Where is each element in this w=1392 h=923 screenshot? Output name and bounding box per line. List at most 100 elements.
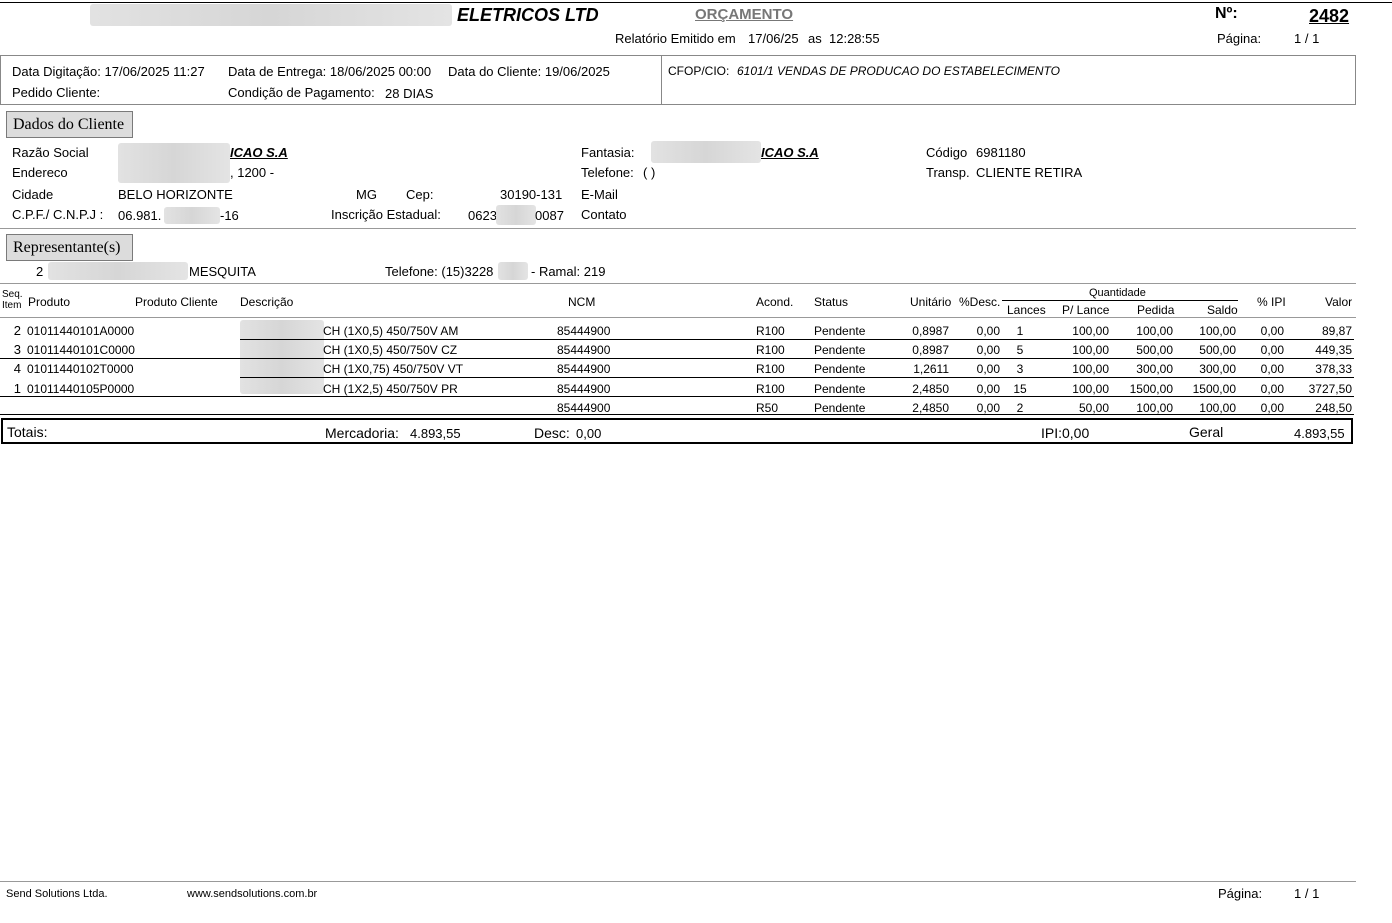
cell-unitario: 2,4850 — [912, 382, 949, 396]
cell-seq: 4 — [13, 361, 21, 376]
cell-desc: 0,00 — [976, 324, 1000, 338]
cell-seq: 1 — [13, 381, 21, 396]
data-digitacao: Data Digitação: 17/06/2025 11:27 — [12, 64, 205, 79]
cell-desc: 0,00 — [976, 343, 1000, 357]
mercadoria-value: 4.893,55 — [410, 426, 461, 441]
cell-produto: 01011440102T0000 — [27, 362, 134, 376]
redacted-company-prefix — [90, 4, 452, 26]
header-saldo: Saldo — [1207, 303, 1238, 317]
header-produto-cliente: Produto Cliente — [135, 295, 218, 309]
footer-page-label: Página: — [1218, 886, 1263, 901]
ie-label: Inscrição Estadual: — [331, 207, 441, 222]
codigo-label: Código — [926, 145, 968, 160]
header-quantidade: Quantidade — [1089, 287, 1146, 299]
representante-name: MESQUITA — [189, 264, 256, 279]
transp-value: CLIENTE RETIRA — [976, 165, 1083, 180]
page-label: Página: — [1217, 31, 1262, 46]
cell-acond: R50 — [756, 401, 779, 415]
header-lances: Lances — [1007, 303, 1046, 317]
page-value: 1 / 1 — [1294, 31, 1320, 46]
header-status: Status — [814, 295, 849, 309]
cell-status: Pendente — [814, 362, 866, 376]
cep-value: 30190-131 — [500, 187, 563, 202]
cell-lances: 2 — [1016, 401, 1024, 415]
cidade-value: BELO HORIZONTE — [118, 187, 233, 202]
condicao-value: 28 DIAS — [385, 86, 434, 101]
header-p-lance: P/ Lance — [1062, 303, 1110, 317]
header-seq-line2: Item — [2, 300, 22, 311]
cidade-label: Cidade — [12, 187, 54, 202]
totais-box — [1, 418, 1353, 444]
cell-saldo: 1500,00 — [1192, 382, 1236, 396]
redacted-representante-name — [48, 262, 188, 280]
codigo-value: 6981180 — [976, 145, 1026, 160]
cell-valor: 248,50 — [1315, 401, 1352, 415]
cell-ipi: 0,00 — [1260, 382, 1284, 396]
header-seq-line1: Seq. — [2, 289, 23, 300]
emitted-as: as — [808, 31, 822, 46]
number-label: Nº: — [1215, 5, 1238, 22]
cell-unitario: 0,8987 — [912, 324, 949, 338]
transp-label: Transp. — [926, 165, 970, 180]
company-name: ELETRICOS LTD — [457, 5, 599, 25]
endereco-label: Endereco — [12, 165, 68, 180]
table-row-separator — [240, 339, 1354, 340]
cliente-bottom-line — [0, 228, 1356, 229]
cell-saldo: 500,00 — [1199, 343, 1236, 357]
quantidade-underline — [1002, 300, 1238, 301]
uf-value: MG — [356, 187, 377, 202]
cell-saldo: 300,00 — [1199, 362, 1236, 376]
fantasia-value: ICAO S.A — [761, 145, 819, 160]
header-ipi: % IPI — [1257, 295, 1286, 309]
cell-ipi: 0,00 — [1260, 401, 1284, 415]
cell-saldo: 100,00 — [1199, 401, 1236, 415]
representante-telefone: Telefone: (15)3228 — [385, 264, 494, 279]
cell-pedida: 500,00 — [1136, 343, 1173, 357]
representante-code: 2 — [36, 264, 44, 279]
header-desc: %Desc. — [959, 295, 1001, 309]
cell-descricao: CH (1X0,75) 450/750V VT — [323, 362, 464, 376]
cell-descricao: CH (1X2,5) 450/750V PR — [323, 382, 458, 396]
cell-acond: R100 — [756, 324, 785, 338]
table-row-separator — [0, 358, 1354, 359]
cell-p-lance: 100,00 — [1072, 324, 1109, 338]
cell-lances: 5 — [1016, 343, 1024, 357]
cell-ipi: 0,00 — [1260, 362, 1284, 376]
header-descricao: Descrição — [240, 295, 294, 309]
cell-pedida: 100,00 — [1136, 324, 1173, 338]
cell-unitario: 2,4850 — [912, 401, 949, 415]
dados-cliente-section-title: Dados do Cliente — [6, 111, 133, 138]
desc-label: Desc: — [534, 425, 570, 441]
emitted-label: Relatório Emitido em — [615, 31, 736, 46]
table-row-separator — [240, 377, 1354, 378]
cell-ncm: 85444900 — [557, 382, 611, 396]
desc-value: 0,00 — [576, 426, 602, 441]
fantasia-label: Fantasia: — [581, 145, 635, 160]
mercadoria-label: Mercadoria: — [325, 425, 399, 441]
representante-ramal: - Ramal: 219 — [531, 264, 606, 279]
cell-unitario: 1,2611 — [913, 362, 949, 376]
table-row-separator — [0, 396, 1354, 397]
footer-site: www.sendsolutions.com.br — [187, 888, 318, 900]
cell-status: Pendente — [814, 401, 866, 415]
document-title: ORÇAMENTO — [695, 6, 794, 23]
cell-seq: 3 — [13, 342, 21, 357]
ie-value-end: 0087 — [535, 208, 564, 223]
redacted-fantasia — [651, 141, 761, 163]
pedido-cliente-label: Pedido Cliente: — [12, 85, 101, 100]
cell-lances: 15 — [1013, 382, 1027, 396]
footer-company: Send Solutions Ltda. — [6, 888, 108, 900]
header-unitario: Unitário — [910, 295, 952, 309]
cell-status: Pendente — [814, 324, 866, 338]
cell-desc: 0,00 — [976, 362, 1000, 376]
redacted-cnpj — [164, 207, 220, 224]
totais-label: Totais: — [7, 424, 48, 440]
cell-lances: 3 — [1016, 362, 1024, 376]
top-border — [0, 2, 1392, 3]
header-produto: Produto — [28, 295, 71, 309]
cell-saldo: 100,00 — [1199, 324, 1236, 338]
cell-desc: 0,00 — [976, 382, 1000, 396]
cell-produto: 01011440105P0000 — [27, 382, 135, 396]
cell-produto: 01011440101C0000 — [27, 343, 135, 357]
redacted-razao-social — [118, 143, 230, 183]
